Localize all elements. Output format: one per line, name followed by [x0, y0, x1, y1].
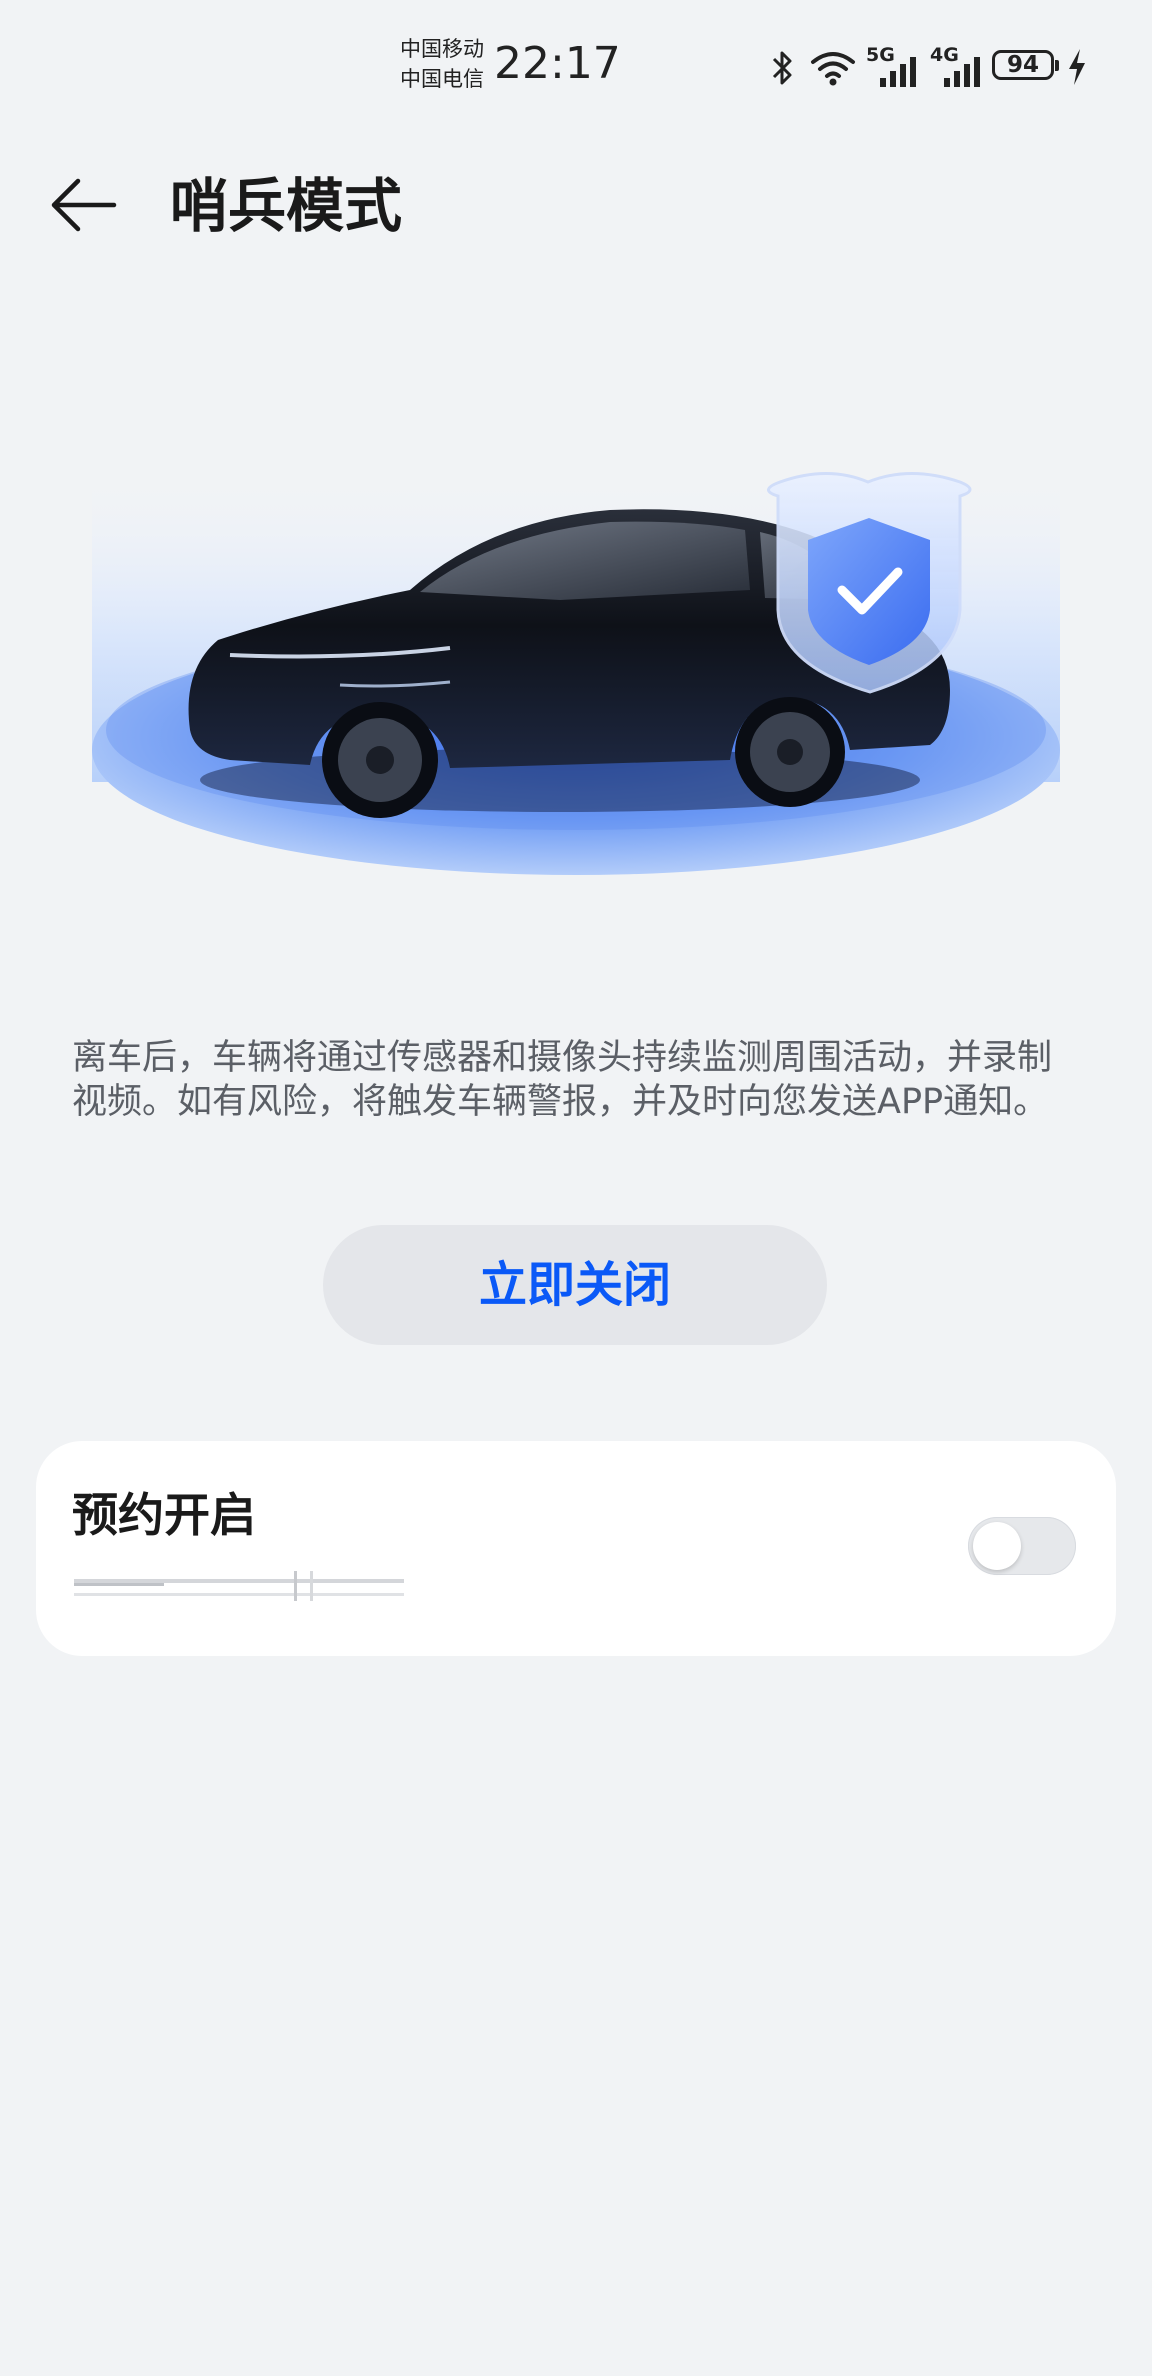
carrier-names: 中国移动 中国电信	[400, 34, 484, 94]
schedule-toggle[interactable]	[968, 1517, 1076, 1575]
back-button[interactable]	[40, 170, 130, 240]
schedule-card: 预约开启	[36, 1441, 1116, 1656]
carrier-2: 中国电信	[400, 67, 484, 91]
wifi-icon	[811, 52, 855, 86]
signal-4g-icon: 4G	[930, 44, 986, 90]
sentry-description: 离车后，车辆将通过传感器和摄像头持续监测周围活动，并录制视频。如有风险，将触发车…	[72, 1038, 1053, 1122]
toggle-knob	[973, 1522, 1021, 1570]
back-arrow-icon	[51, 178, 117, 232]
status-time: 22:17	[494, 38, 621, 89]
schedule-subtitle-blurred	[74, 1571, 404, 1601]
battery-icon: 94	[992, 50, 1060, 84]
battery-level: 94	[1006, 52, 1039, 78]
signal-5g-icon: 5G	[866, 44, 922, 90]
bluetooth-icon	[772, 51, 792, 85]
close-now-button[interactable]: 立即关闭	[323, 1225, 827, 1345]
charging-icon	[1069, 49, 1085, 85]
status-bar: 中国移动 中国电信 22:17 5G 4G 94	[0, 0, 1152, 140]
page-title: 哨兵模式	[170, 172, 403, 240]
schedule-title: 预约开启	[72, 1488, 256, 1542]
carrier-1: 中国移动	[400, 37, 484, 61]
sentry-hero-image	[92, 472, 1060, 875]
